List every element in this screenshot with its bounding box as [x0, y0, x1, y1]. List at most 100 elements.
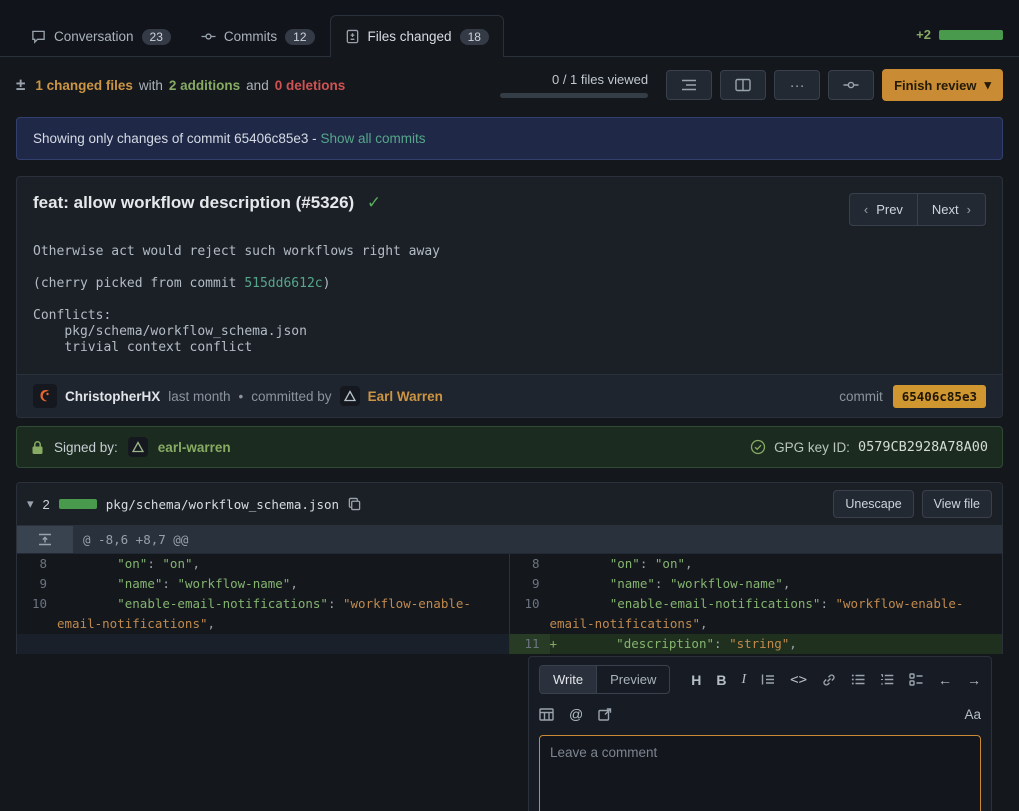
- numbered-list-button[interactable]: [880, 673, 894, 686]
- bold-button[interactable]: B: [716, 672, 726, 688]
- prev-commit-button[interactable]: ‹ Prev: [849, 193, 917, 226]
- diff-stat-summary: +2: [916, 27, 1003, 56]
- show-all-commits-link[interactable]: Show all commits: [320, 131, 425, 146]
- committer-avatar[interactable]: [340, 386, 360, 406]
- author-avatar[interactable]: [33, 384, 57, 408]
- committer-name[interactable]: Earl Warren: [368, 389, 443, 404]
- mention-button[interactable]: @: [569, 706, 583, 722]
- collapse-chevron-icon[interactable]: ▾: [27, 496, 34, 512]
- git-commit-icon: [201, 29, 216, 44]
- signer-name[interactable]: earl-warren: [158, 440, 231, 455]
- code-segment: :: [162, 576, 177, 591]
- commit-time: last month: [168, 389, 230, 404]
- preview-tab[interactable]: Preview: [597, 666, 669, 693]
- line-number[interactable]: 10: [510, 594, 550, 634]
- signer-avatar[interactable]: [128, 437, 148, 457]
- code-button[interactable]: <>: [790, 672, 807, 688]
- tab-commits[interactable]: Commits 12: [186, 15, 330, 57]
- bullet-list-button[interactable]: [851, 673, 865, 686]
- commit-body-line: Conflicts:: [33, 308, 986, 324]
- heading-button[interactable]: H: [691, 672, 701, 688]
- whitespace-options-button[interactable]: [666, 70, 712, 100]
- split-diff: 8 "on": "on",9 "name": "workflow-name",1…: [17, 554, 1002, 654]
- next-commit-button[interactable]: Next ›: [917, 193, 986, 226]
- commit-message-body: Otherwise act would reject such workflow…: [17, 242, 1002, 374]
- cherry-pick-text: (cherry picked from commit: [33, 276, 244, 291]
- hunk-header-row: @ -8,6 +8,7 @@: [17, 526, 1002, 554]
- diff-view-style-button[interactable]: [720, 70, 766, 100]
- line-number[interactable]: 8: [17, 554, 57, 574]
- table-button[interactable]: [539, 708, 554, 721]
- ellipsis-icon: ···: [790, 77, 805, 94]
- additions-count: 2 additions: [169, 78, 240, 93]
- signer-avatar-image: [131, 440, 145, 454]
- italic-button[interactable]: I: [741, 672, 746, 688]
- commit-sha-badge[interactable]: 65406c85e3: [893, 385, 986, 408]
- tab-conversation[interactable]: Conversation 23: [16, 15, 186, 57]
- finish-review-label: Finish review: [894, 78, 976, 93]
- with-word: with: [139, 78, 163, 93]
- diff-line-added: 11+ "description": "string",: [510, 634, 1003, 654]
- commit-body-line: (cherry picked from commit 515dd6612c): [33, 276, 986, 292]
- diff-stat-additions: +2: [916, 27, 931, 42]
- commit-title: feat: allow workflow description (#5326)…: [33, 193, 381, 213]
- caret-down-icon: ▾: [984, 77, 991, 93]
- quote-button[interactable]: [761, 673, 775, 686]
- code-segment: "on": [57, 556, 147, 571]
- reference-button[interactable]: [598, 708, 612, 721]
- finish-review-button[interactable]: Finish review ▾: [882, 69, 1003, 101]
- commit-meta-row: ChristopherHX last month • committed by …: [17, 374, 1002, 417]
- gpg-key-label: GPG key ID:: [774, 440, 850, 455]
- tab-label: Conversation: [54, 29, 134, 44]
- changed-files-summary: ± 1 changed files with 2 additions and 0…: [16, 75, 345, 95]
- code-line: "on": "on",: [550, 554, 1003, 574]
- comment-textarea[interactable]: [539, 735, 981, 811]
- diff-left-side: 8 "on": "on",9 "name": "workflow-name",1…: [17, 554, 510, 654]
- expand-hunk-button[interactable]: [17, 526, 73, 553]
- redo-button[interactable]: →: [967, 672, 981, 688]
- code-segment: "workflow-name": [670, 576, 783, 591]
- tab-count: 23: [142, 29, 171, 45]
- file-additions-count: 2: [43, 497, 50, 512]
- line-number[interactable]: 11: [510, 634, 550, 654]
- code-segment: ,: [290, 576, 298, 591]
- diff-file-header: ▾ 2 pkg/schema/workflow_schema.json Unes…: [17, 483, 1002, 526]
- write-tab[interactable]: Write: [540, 666, 597, 693]
- code-line: "enable-email-notifications": "workflow-…: [550, 594, 1003, 634]
- code-segment: :: [640, 556, 655, 571]
- commit-select-button[interactable]: [828, 70, 874, 100]
- code-segment: ,: [783, 576, 791, 591]
- tab-files-changed[interactable]: Files changed 18: [330, 15, 504, 57]
- line-number[interactable]: 9: [510, 574, 550, 594]
- link-button[interactable]: [822, 673, 836, 687]
- editor-toolbar-row2: @ Aa: [539, 706, 981, 722]
- committer-avatar-image: [343, 389, 357, 403]
- verified-check-icon: ✓: [367, 193, 381, 212]
- task-list-button[interactable]: [909, 673, 923, 686]
- code-segment: "string": [729, 636, 789, 651]
- code-segment: :: [714, 636, 729, 651]
- view-file-button[interactable]: View file: [922, 490, 992, 518]
- undo-button[interactable]: ←: [938, 672, 952, 688]
- line-number[interactable]: 8: [510, 554, 550, 574]
- code-segment: "enable-email-notifications": [57, 596, 328, 611]
- line-number[interactable]: 10: [17, 594, 57, 634]
- text-size-button[interactable]: Aa: [964, 707, 981, 722]
- copy-icon[interactable]: [348, 497, 361, 511]
- file-name[interactable]: pkg/schema/workflow_schema.json: [106, 497, 339, 512]
- line-number[interactable]: 9: [17, 574, 57, 594]
- split-view-icon: [735, 78, 751, 92]
- file-diff-icon: [345, 29, 360, 44]
- bullet-separator: •: [239, 389, 244, 404]
- cherry-pick-sha-link[interactable]: 515dd6612c: [244, 276, 322, 291]
- author-avatar-image: [36, 387, 54, 405]
- diff-line: 10 "enable-email-notifications": "workfl…: [17, 594, 509, 634]
- more-options-button[interactable]: ···: [774, 70, 820, 100]
- unescape-button[interactable]: Unescape: [833, 490, 913, 518]
- author-name[interactable]: ChristopherHX: [65, 389, 160, 404]
- file-header-actions: Unescape View file: [833, 490, 992, 518]
- code-line: "name": "workflow-name",: [57, 574, 509, 594]
- code-segment: ,: [789, 636, 797, 651]
- lock-icon: [31, 440, 44, 455]
- commit-label: commit: [839, 389, 883, 404]
